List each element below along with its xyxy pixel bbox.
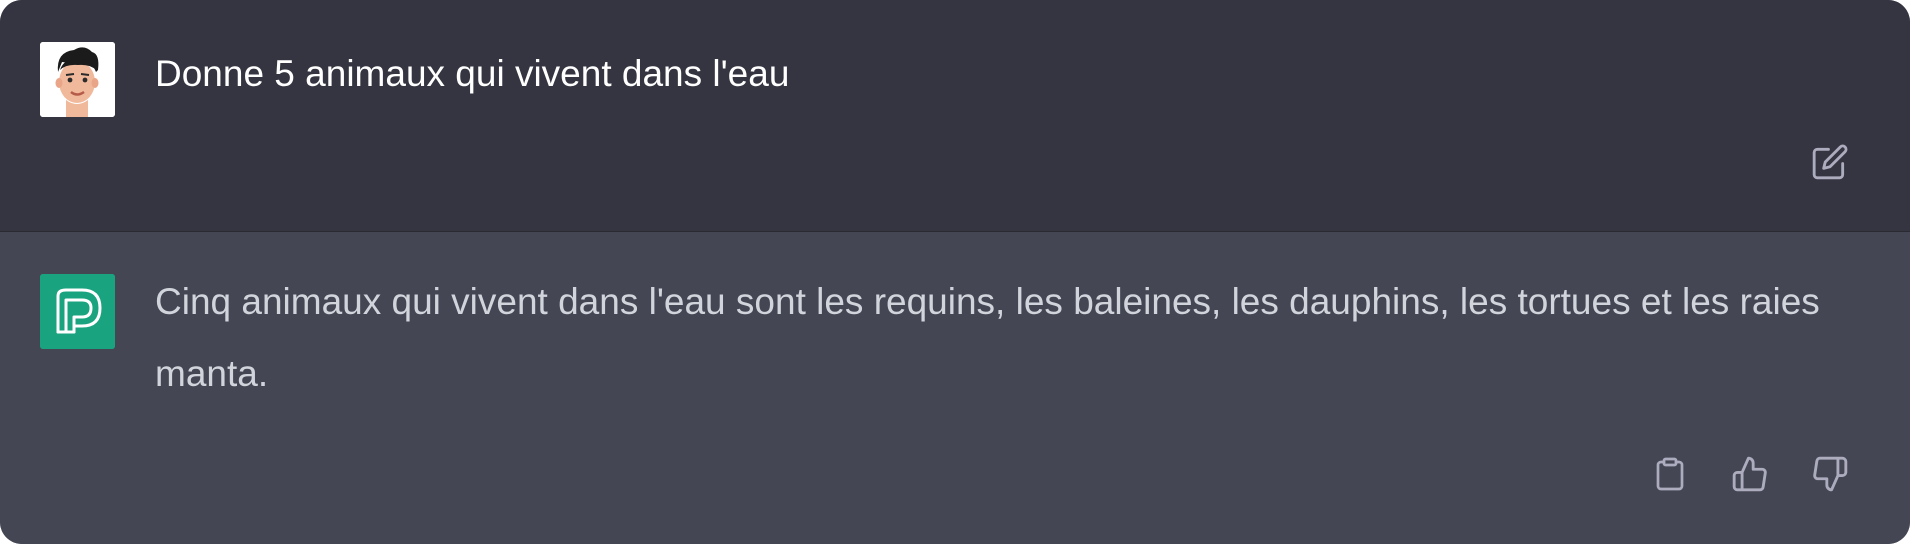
thumbs-down-button[interactable] (1810, 454, 1850, 494)
user-message-text: Donne 5 animaux qui vivent dans l'eau (155, 53, 790, 94)
user-avatar-icon (40, 42, 115, 117)
chat-thread: Donne 5 animaux qui vivent dans l'eau Ci… (0, 0, 1910, 544)
thumbs-up-button[interactable] (1730, 454, 1770, 494)
user-message: Donne 5 animaux qui vivent dans l'eau (0, 0, 1910, 232)
assistant-message-text: Cinq animaux qui vivent dans l'eau sont … (155, 281, 1820, 394)
assistant-message: Cinq animaux qui vivent dans l'eau sont … (0, 232, 1910, 544)
copy-button[interactable] (1650, 454, 1690, 494)
edit-pencil-icon (1811, 143, 1849, 181)
thumbs-up-icon (1731, 455, 1769, 493)
assistant-logo-icon (40, 274, 115, 349)
thumbs-down-icon (1811, 455, 1849, 493)
clipboard-icon (1652, 454, 1688, 494)
edit-message-button[interactable] (1810, 142, 1850, 182)
